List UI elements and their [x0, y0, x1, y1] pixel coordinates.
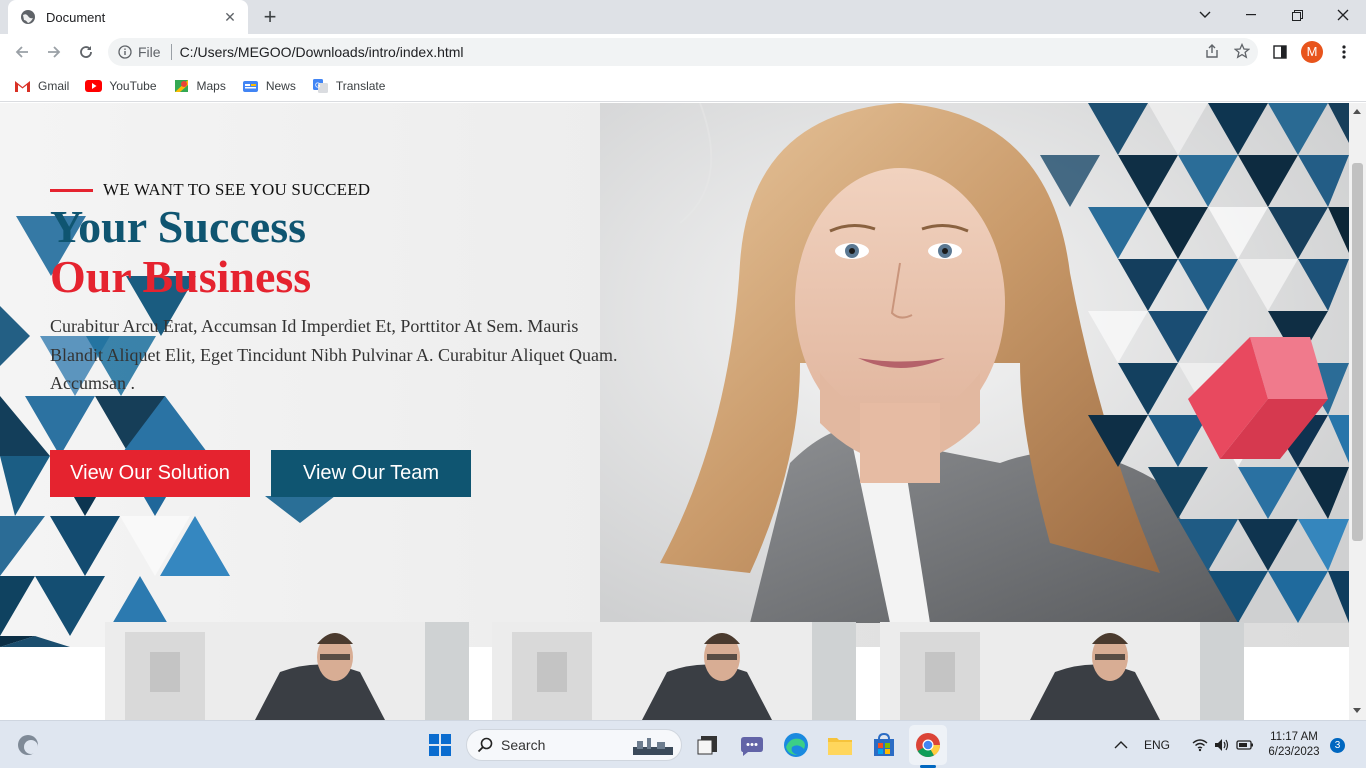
bookmark-label: YouTube: [109, 78, 157, 93]
bookmark-label: Maps: [196, 78, 226, 93]
reload-button[interactable]: [74, 40, 98, 64]
bookmark-star-icon[interactable]: [1234, 43, 1250, 59]
tab-search-chevron-icon[interactable]: [1182, 0, 1228, 30]
widgets-icon[interactable]: [17, 734, 39, 756]
team-card-image[interactable]: [492, 622, 856, 720]
teams-chat-icon[interactable]: [736, 729, 768, 761]
clock-time: 11:17 AM: [1270, 731, 1318, 743]
bookmark-news[interactable]: News: [242, 79, 296, 93]
chrome-icon[interactable]: [912, 729, 944, 761]
bookmark-youtube[interactable]: YouTube: [85, 78, 157, 93]
battery-icon[interactable]: [1236, 739, 1254, 751]
hero-section: WE WANT TO SEE YOU SUCCEED Your Success …: [0, 103, 1349, 647]
windows-start-icon[interactable]: [424, 729, 456, 761]
microsoft-store-icon[interactable]: [868, 729, 900, 761]
hero-headline-line2: Our Business: [50, 251, 312, 302]
url-text[interactable]: C:/Users/MEGOO/Downloads/intro/index.htm…: [180, 44, 464, 60]
share-icon[interactable]: [1204, 43, 1220, 59]
tray-chevron-up-icon[interactable]: [1114, 740, 1128, 750]
hero-eyebrow: WE WANT TO SEE YOU SUCCEED: [50, 180, 630, 200]
close-window-button[interactable]: [1320, 0, 1366, 30]
address-bar[interactable]: File C:/Users/MEGOO/Downloads/intro/inde…: [108, 38, 1258, 66]
page-viewport: WE WANT TO SEE YOU SUCCEED Your Success …: [0, 103, 1349, 720]
bookmark-translate[interactable]: G Translate: [312, 78, 386, 93]
translate-icon: G: [312, 78, 328, 93]
triangle-pattern-right: [1040, 103, 1349, 623]
search-highlight-icon: [633, 738, 673, 755]
windows-taskbar: Search ENG 11:17 AM 6/23/2023 3: [0, 720, 1366, 768]
new-tab-button[interactable]: +: [258, 6, 282, 28]
task-view-icon[interactable]: [692, 729, 724, 761]
url-scheme-label: File: [138, 44, 161, 60]
wifi-icon[interactable]: [1192, 738, 1208, 752]
bookmark-gmail[interactable]: Gmail: [14, 79, 69, 93]
news-icon: [242, 80, 258, 92]
maps-icon: [174, 79, 188, 92]
side-panel-icon[interactable]: [1268, 40, 1292, 64]
clock-date: 6/23/2023: [1268, 746, 1320, 758]
search-label: Search: [501, 737, 546, 753]
scroll-up-arrow-icon[interactable]: [1353, 109, 1361, 114]
tab-document[interactable]: Document ✕: [8, 0, 248, 34]
language-indicator[interactable]: ENG: [1144, 738, 1170, 752]
view-solution-button[interactable]: View Our Solution: [50, 450, 250, 497]
search-icon: [477, 737, 493, 753]
globe-icon: [21, 10, 35, 24]
tab-title: Document: [46, 9, 106, 25]
bookmarks-bar: Gmail YouTube Maps News G Translate: [0, 70, 1366, 102]
restore-button[interactable]: [1274, 0, 1320, 30]
page-scrollbar[interactable]: [1349, 103, 1366, 720]
team-card-image[interactable]: [105, 622, 469, 720]
close-tab-icon[interactable]: ✕: [222, 9, 238, 25]
more-menu-icon[interactable]: [1332, 40, 1356, 64]
team-card-image[interactable]: [880, 622, 1244, 720]
hero-text-block: WE WANT TO SEE YOU SUCCEED Your Success …: [50, 180, 630, 398]
eyebrow-text: WE WANT TO SEE YOU SUCCEED: [103, 180, 371, 199]
back-button[interactable]: [10, 40, 34, 64]
gmail-icon: [15, 80, 30, 92]
bookmark-label: Translate: [335, 78, 386, 93]
file-explorer-icon[interactable]: [824, 729, 856, 761]
scroll-thumb[interactable]: [1352, 163, 1363, 541]
bookmark-label: Gmail: [38, 78, 70, 93]
svg-text:G: G: [315, 82, 320, 89]
minimize-button[interactable]: [1228, 0, 1274, 30]
hero-intro-text: Curabitur Arcu Erat, Accumsan Id Imperdi…: [50, 316, 618, 393]
forward-button[interactable]: [42, 40, 66, 64]
scroll-down-arrow-icon[interactable]: [1353, 708, 1361, 713]
view-team-button[interactable]: View Our Team: [271, 450, 471, 497]
address-divider: [170, 44, 172, 60]
edge-browser-icon[interactable]: [780, 729, 812, 761]
bookmark-label: News: [265, 78, 296, 93]
taskbar-search-box[interactable]: Search: [466, 729, 682, 761]
system-tray: ENG: [1114, 721, 1254, 769]
notification-badge[interactable]: 3: [1330, 738, 1345, 753]
youtube-icon: [85, 79, 103, 92]
hero-headline-line1: Your Success: [50, 201, 307, 252]
taskbar-clock[interactable]: 11:17 AM 6/23/2023: [1262, 730, 1326, 760]
eyebrow-accent-line: [50, 188, 93, 192]
info-icon[interactable]: [118, 45, 132, 59]
profile-avatar[interactable]: M: [1301, 41, 1323, 63]
bookmark-maps[interactable]: Maps: [173, 79, 226, 93]
volume-icon[interactable]: [1214, 738, 1230, 752]
browser-toolbar: File C:/Users/MEGOO/Downloads/intro/inde…: [0, 34, 1366, 70]
tab-strip: Document ✕ +: [0, 0, 1366, 34]
